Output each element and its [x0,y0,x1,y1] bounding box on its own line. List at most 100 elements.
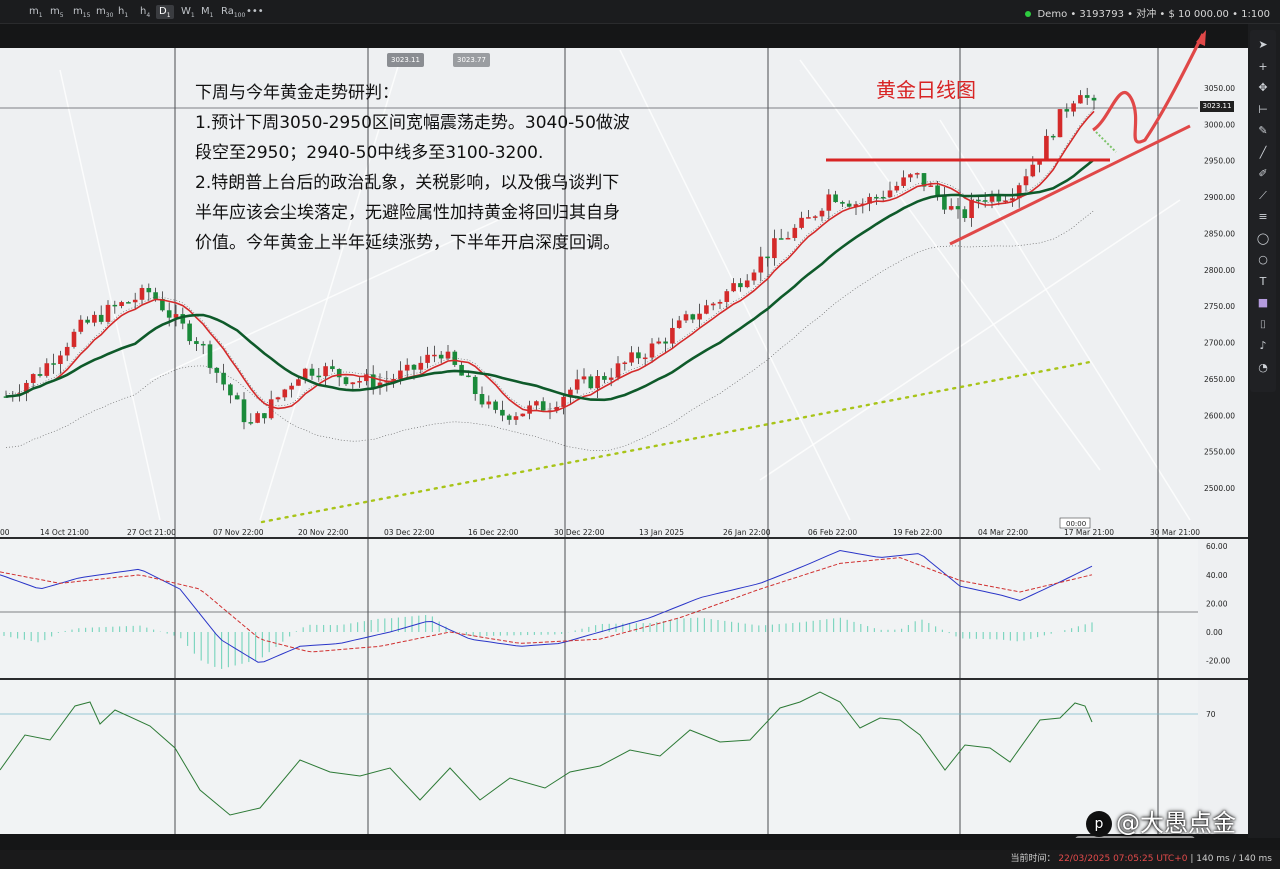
candle-body[interactable] [513,416,519,420]
candle-body[interactable] [330,366,335,370]
candle-body[interactable] [1057,109,1063,138]
circle-icon[interactable]: ○ [1254,251,1272,269]
candle-body[interactable] [894,185,900,191]
candle-body[interactable] [744,280,750,288]
candle-body[interactable] [228,384,233,396]
candle-body[interactable] [316,375,322,378]
candle-body[interactable] [595,376,600,389]
timeframe-m5[interactable]: m5 [47,5,67,19]
candle-body[interactable] [629,352,634,363]
candle-body[interactable] [343,377,349,385]
timeframe-h1[interactable]: h1 [115,5,131,19]
candle-body[interactable] [731,283,736,292]
timeframe-w1[interactable]: W1 [178,5,198,19]
candle-body[interactable] [71,331,77,347]
candle-body[interactable] [636,352,641,359]
candle-body[interactable] [785,237,791,240]
candle-body[interactable] [792,227,798,238]
candle-body[interactable] [139,287,145,300]
bid-price[interactable]: 3023.11 [387,53,424,67]
candle-body[interactable] [840,202,845,204]
candle-body[interactable] [1078,95,1083,104]
candle-body[interactable] [506,415,512,420]
bell-icon[interactable]: ♪ [1254,337,1272,355]
candle-body[interactable] [438,354,444,359]
candle-body[interactable] [323,366,328,377]
candle-body[interactable] [1023,176,1029,186]
candle-body[interactable] [935,185,940,196]
candle-body[interactable] [241,399,247,423]
candle-body[interactable] [466,375,471,378]
rectangle-icon[interactable]: ■ [1254,294,1272,312]
candle-body[interactable] [425,354,430,363]
trendline-icon[interactable]: ╱ [1254,144,1272,162]
candle-body[interactable] [194,341,199,344]
candle-body[interactable] [588,376,594,389]
candle-body[interactable] [398,370,403,379]
clock-icon[interactable]: ◔ [1254,359,1272,377]
candle-body[interactable] [704,305,709,314]
candle-body[interactable] [1091,97,1097,101]
candle-body[interactable] [1050,135,1056,138]
candle-body[interactable] [615,363,621,378]
candle-body[interactable] [676,320,682,328]
candle-body[interactable] [493,401,498,410]
candle-body[interactable] [969,199,974,219]
timeframe-h4[interactable]: h4 [137,5,153,19]
candle-body[interactable] [1084,95,1090,98]
candle-body[interactable] [404,364,410,371]
candle-body[interactable] [962,209,968,219]
candle-body[interactable] [846,203,852,207]
timeframe-m30[interactable]: m30 [93,5,116,19]
candle-body[interactable] [649,343,655,358]
timeframe-d1[interactable]: D1 [156,5,174,19]
candle-body[interactable] [663,341,668,344]
candle-body[interactable] [806,217,811,219]
candle-body[interactable] [602,376,607,380]
candle-body[interactable] [758,256,764,273]
candle-body[interactable] [955,206,961,210]
candle-body[interactable] [901,177,906,186]
candle-body[interactable] [534,401,539,406]
candle-body[interactable] [1030,164,1036,177]
candle-body[interactable] [738,283,743,288]
candle-body[interactable] [717,301,723,304]
candle-body[interactable] [486,401,492,405]
candle-body[interactable] [207,344,213,368]
candle-body[interactable] [146,287,152,293]
candle-body[interactable] [112,304,118,307]
candle-body[interactable] [574,379,580,390]
candle-body[interactable] [166,310,172,318]
candle-body[interactable] [500,409,505,416]
candle-body[interactable] [772,238,777,259]
candle-body[interactable] [85,319,90,323]
candle-body[interactable] [697,313,702,320]
fib-icon[interactable]: ≡ [1254,208,1272,226]
candle-body[interactable] [561,396,566,407]
candle-body[interactable] [44,363,50,376]
candle-body[interactable] [262,413,267,419]
candle-body[interactable] [670,327,675,344]
candle-body[interactable] [942,195,947,210]
candle-body[interactable] [874,196,879,199]
candle-body[interactable] [221,372,226,385]
candle-body[interactable] [350,382,356,385]
candle-body[interactable] [248,422,254,424]
candle-body[interactable] [472,376,478,395]
candle-body[interactable] [948,206,954,210]
ask-price[interactable]: 3023.77 [453,53,490,67]
camera-icon[interactable]: ⌷ [1254,316,1272,334]
candle-body[interactable] [153,292,158,299]
candle-body[interactable] [819,210,825,217]
candle-body[interactable] [58,355,63,364]
candle-body[interactable] [1044,135,1049,160]
candle-body[interactable] [282,389,288,398]
candle-body[interactable] [30,374,36,383]
candle-body[interactable] [527,405,532,414]
candle-body[interactable] [418,362,424,370]
candle-body[interactable] [887,190,893,198]
candle-body[interactable] [880,196,886,199]
candle-body[interactable] [1064,109,1070,112]
candle-body[interactable] [710,303,716,306]
candle-body[interactable] [683,314,689,321]
